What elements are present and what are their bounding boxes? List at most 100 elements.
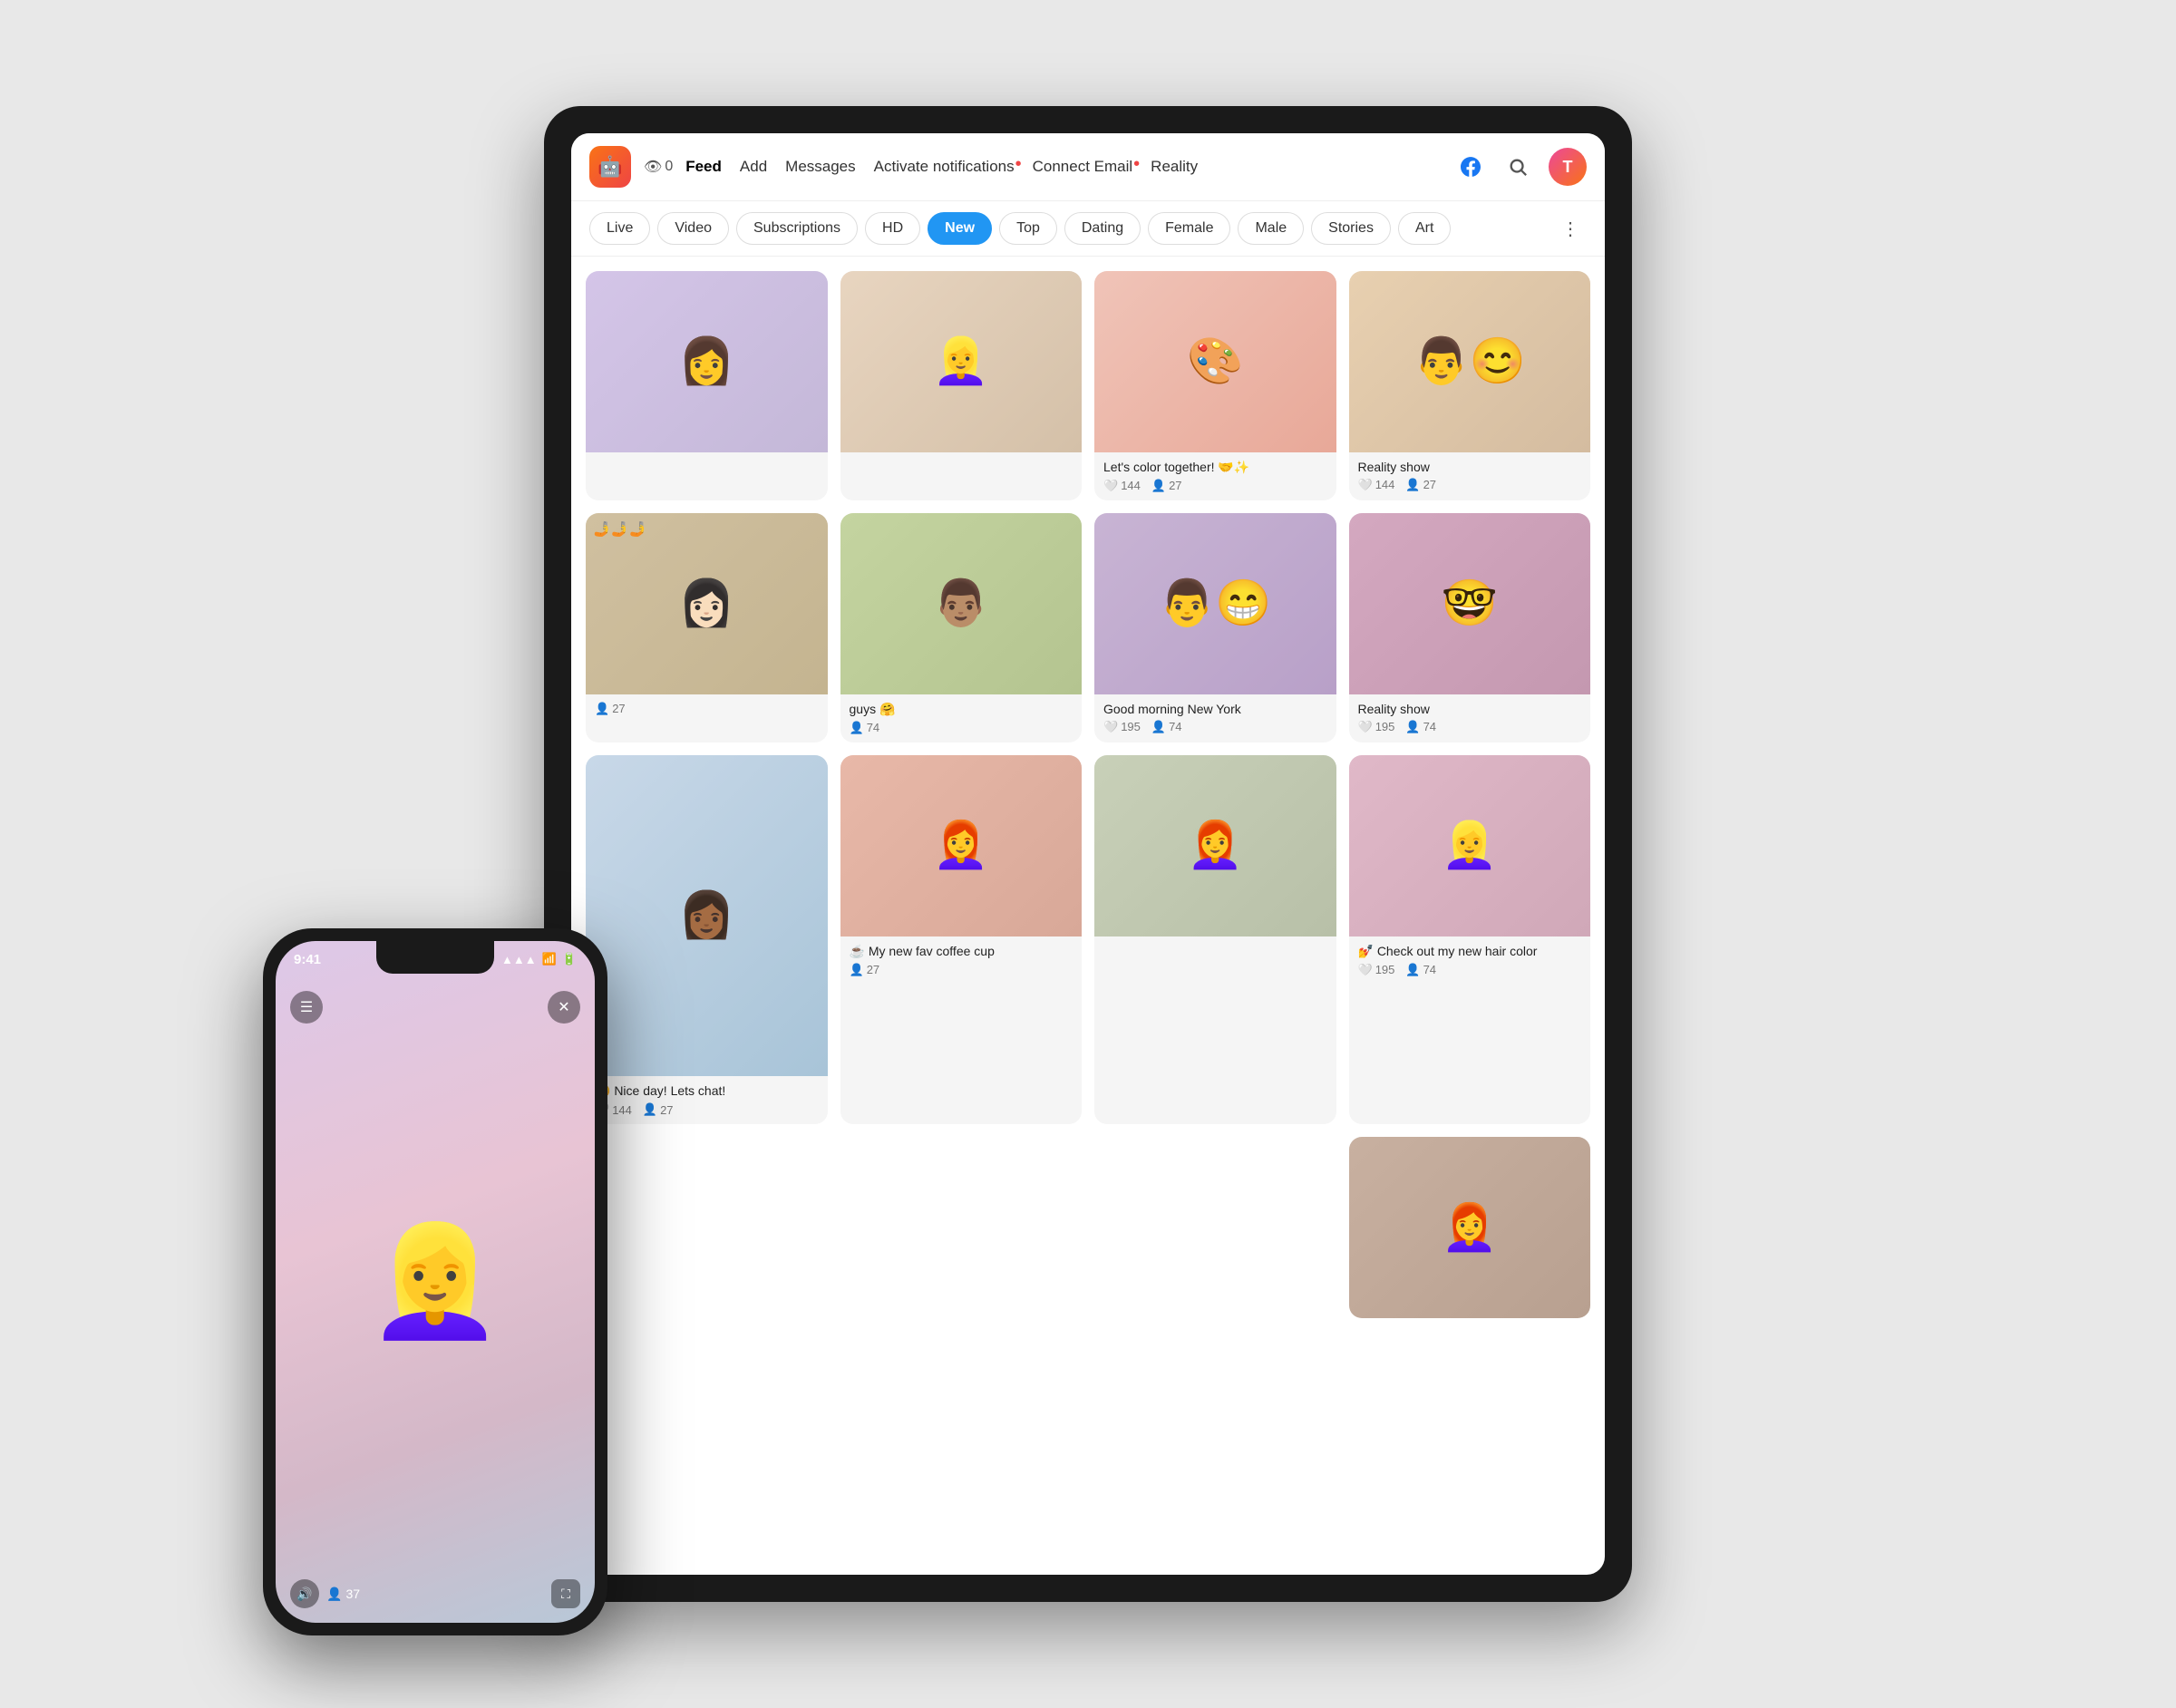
phone-top-controls: ☰ ✕ — [290, 991, 580, 1024]
person-icon: 👤 — [1405, 478, 1420, 492]
wifi-icon: 📶 — [542, 952, 557, 966]
viewers-stat: 👤 74 — [1405, 963, 1436, 977]
likes-stat: 🤍 195 — [1103, 720, 1141, 734]
card-lets-color-stats: 🤍 144 👤 27 — [1103, 479, 1327, 493]
heart-icon: 🤍 — [1103, 479, 1118, 493]
more-options-icon[interactable]: ⋮ — [1554, 214, 1587, 244]
card-girl-blue-info: 😊 Nice day! Lets chat! 🤍 144 👤 27 — [586, 1076, 828, 1124]
person-icon: 👤 — [643, 1102, 657, 1117]
tab-new[interactable]: New — [928, 212, 992, 245]
heart-icon: 🤍 — [1358, 478, 1373, 492]
phone-bottom-left: 🔊 👤 37 — [290, 1579, 360, 1608]
card-girl-blue-title: 😊 Nice day! Lets chat! — [595, 1083, 819, 1099]
facebook-icon[interactable] — [1454, 150, 1487, 183]
nav-activate-notifications[interactable]: Activate notifications — [874, 158, 1015, 176]
user-avatar[interactable]: T — [1549, 148, 1587, 186]
tab-art[interactable]: Art — [1398, 212, 1451, 245]
emoji-badge: 🤳🤳🤳 — [593, 520, 647, 539]
phone-device: 👱‍♀️ 9:41 ▲▲▲ 📶 🔋 ☰ ✕ 🔊 — [263, 928, 607, 1635]
tablet-device: 🤖 👁 0 Feed Add Messages Activate notific… — [544, 106, 1632, 1602]
card-reality-top-title: Reality show — [1358, 460, 1582, 474]
likes-stat: 🤍 144 — [1358, 478, 1395, 492]
viewers-icon: 👤 — [326, 1587, 342, 1602]
person-icon: 👤 — [1405, 963, 1420, 977]
card-redhead[interactable]: 👩‍🦰 — [1094, 755, 1336, 1124]
nav-reality[interactable]: Reality — [1151, 158, 1198, 176]
tablet-screen: 🤖 👁 0 Feed Add Messages Activate notific… — [571, 133, 1605, 1575]
tab-female[interactable]: Female — [1148, 212, 1230, 245]
card-woman2[interactable]: 👱‍♀️ — [840, 271, 1083, 500]
battery-icon: 🔋 — [562, 952, 577, 966]
phone-close-button[interactable]: ✕ — [548, 991, 580, 1024]
phone-status-icons: ▲▲▲ 📶 🔋 — [501, 952, 577, 966]
card-emoji-girl-stats: 👤 27 — [595, 702, 819, 716]
viewers-stat: 👤 74 — [1405, 720, 1436, 734]
card-guys[interactable]: 👨🏽 guys 🤗 👤 74 — [840, 513, 1083, 742]
heart-icon: 🤍 — [1103, 720, 1118, 734]
signal-icon: ▲▲▲ — [501, 953, 537, 966]
card-lets-color[interactable]: 🎨 Let's color together! 🤝✨ 🤍 144 👤 27 — [1094, 271, 1336, 500]
card-reality-top-info: Reality show 🤍 144 👤 27 — [1349, 452, 1591, 500]
heart-icon: 🤍 — [1358, 720, 1373, 734]
phone-live-background: 👱‍♀️ — [276, 941, 595, 1623]
card-pink-hair[interactable]: 👱‍♀️ 💅 Check out my new hair color 🤍 195… — [1349, 755, 1591, 1124]
card-reality-2-title: Reality show — [1358, 702, 1582, 716]
card-girl-blue[interactable]: 👩🏾 😊 Nice day! Lets chat! 🤍 144 👤 27 — [586, 755, 828, 1124]
card-pink-hair-info: 💅 Check out my new hair color 🤍 195 👤 74 — [1349, 936, 1591, 985]
tab-video[interactable]: Video — [657, 212, 729, 245]
card-good-morning-info: Good morning New York 🤍 195 👤 74 — [1094, 694, 1336, 742]
eye-icon: 👁 — [644, 158, 662, 176]
phone-notch — [376, 941, 494, 974]
person-icon: 👤 — [595, 702, 609, 716]
card-coffee[interactable]: 👩‍🦰 ☕ My new fav coffee cup 👤 27 — [840, 755, 1083, 1124]
card-reality-top-stats: 🤍 144 👤 27 — [1358, 478, 1582, 492]
card-lets-color-info: Let's color together! 🤝✨ 🤍 144 👤 27 — [1094, 452, 1336, 500]
header: 🤖 👁 0 Feed Add Messages Activate notific… — [571, 133, 1605, 201]
likes-stat: 🤍 195 — [1358, 963, 1395, 977]
phone-bottom-bar: 🔊 👤 37 ⛶ — [290, 1579, 580, 1608]
tab-top[interactable]: Top — [999, 212, 1057, 245]
card-reality-2-stats: 🤍 195 👤 74 — [1358, 720, 1582, 734]
card-redhead-last[interactable]: 👩‍🦰 — [1349, 1137, 1591, 1318]
nav-add[interactable]: Add — [740, 158, 767, 176]
card-woman1[interactable]: 👩 — [586, 271, 828, 500]
person-icon: 👤 — [1405, 720, 1420, 734]
tab-male[interactable]: Male — [1238, 212, 1304, 245]
tab-subscriptions[interactable]: Subscriptions — [736, 212, 858, 245]
card-guys-info: guys 🤗 👤 74 — [840, 694, 1083, 742]
app-logo[interactable]: 🤖 — [589, 146, 631, 188]
viewers-stat: 👤 27 — [643, 1102, 674, 1117]
card-emoji-girl-info: 👤 27 — [586, 694, 828, 723]
person-icon: 👤 — [850, 721, 864, 735]
tab-dating[interactable]: Dating — [1064, 212, 1141, 245]
viewers-stat: 👤 27 — [1405, 478, 1436, 492]
card-good-morning[interactable]: 👨😁 Good morning New York 🤍 195 👤 74 — [1094, 513, 1336, 742]
phone-screen: 👱‍♀️ 9:41 ▲▲▲ 📶 🔋 ☰ ✕ 🔊 — [276, 941, 595, 1623]
viewers-stat: 👤 74 — [850, 721, 880, 735]
viewers-stat: 👤 27 — [1151, 479, 1182, 493]
card-guys-title: guys 🤗 — [850, 702, 1073, 717]
nav-feed[interactable]: Feed — [685, 158, 722, 176]
phone-menu-button[interactable]: ☰ — [290, 991, 323, 1024]
phone-time: 9:41 — [294, 952, 321, 967]
tab-hd[interactable]: HD — [865, 212, 920, 245]
person-icon: 👤 — [1151, 720, 1166, 734]
card-reality-top[interactable]: 👨😊 Reality show 🤍 144 👤 27 — [1349, 271, 1591, 500]
card-emoji-girl[interactable]: 👩🏻 🤳🤳🤳 👤 27 — [586, 513, 828, 742]
menu-icon: ☰ — [300, 998, 313, 1016]
viewers-stat: 👤 27 — [595, 702, 626, 716]
content-grid: 👩 👱‍♀️ 🎨 Let's color together! 🤝✨ 🤍 — [571, 257, 1605, 1575]
tab-stories[interactable]: Stories — [1311, 212, 1391, 245]
phone-sound-button[interactable]: 🔊 — [290, 1579, 319, 1608]
tab-live[interactable]: Live — [589, 212, 650, 245]
nav-connect-email[interactable]: Connect Email — [1033, 158, 1133, 176]
card-pink-hair-title: 💅 Check out my new hair color — [1358, 944, 1582, 959]
phone-expand-button[interactable]: ⛶ — [551, 1579, 580, 1608]
card-reality-2[interactable]: 🤓 Reality show 🤍 195 👤 74 — [1349, 513, 1591, 742]
person-icon: 👤 — [1151, 479, 1166, 493]
viewers-stat: 👤 27 — [850, 963, 880, 977]
card-pink-hair-stats: 🤍 195 👤 74 — [1358, 963, 1582, 977]
app-logo-emoji: 🤖 — [597, 155, 622, 179]
search-icon[interactable] — [1501, 150, 1534, 183]
nav-messages[interactable]: Messages — [785, 158, 855, 176]
